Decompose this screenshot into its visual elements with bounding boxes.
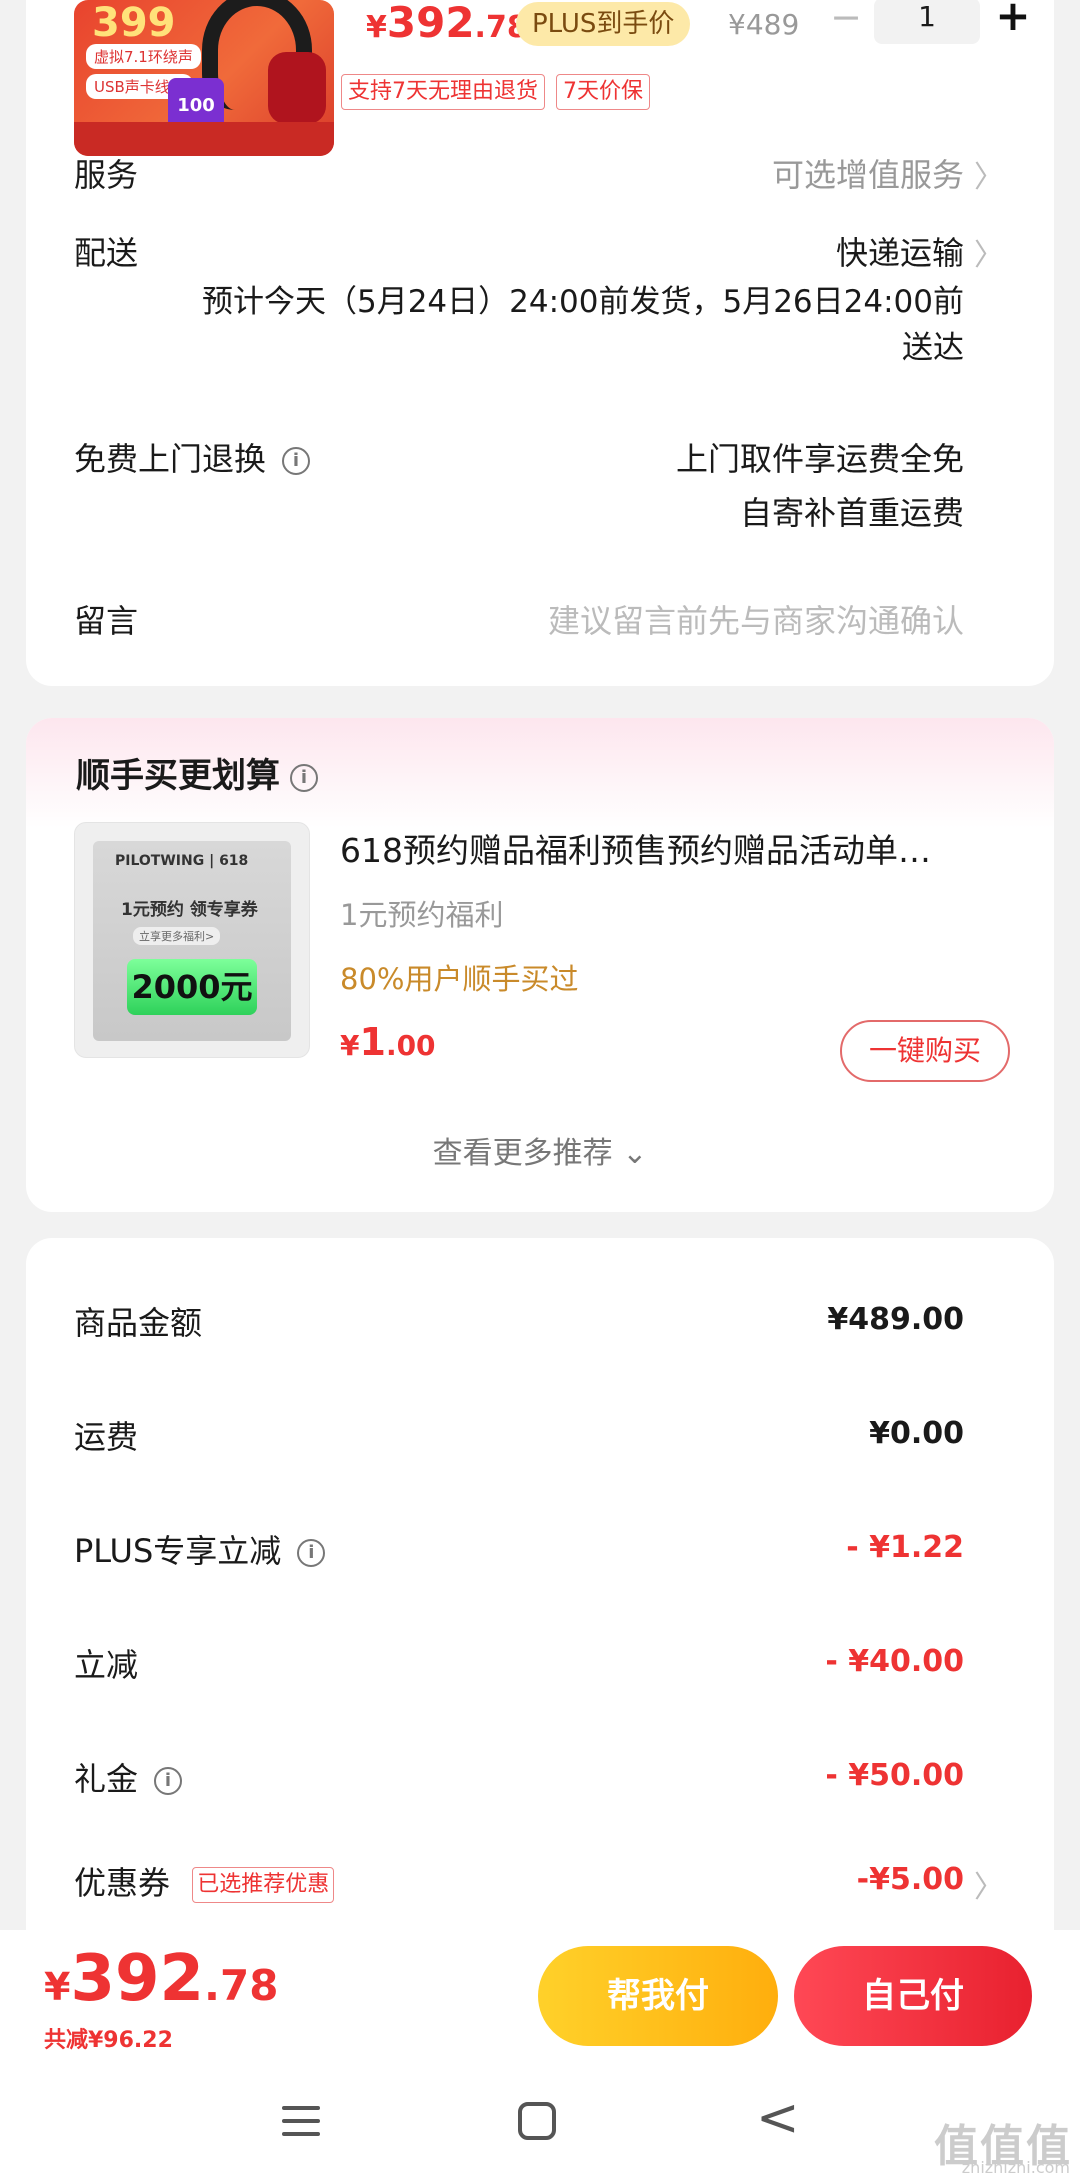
see-more-button[interactable]: 查看更多推荐 ⌄ bbox=[26, 1128, 1054, 1172]
coupon-label: 优惠券 已选推荐优惠 bbox=[74, 1858, 335, 1904]
info-icon[interactable]: i bbox=[290, 763, 318, 792]
home-icon[interactable] bbox=[518, 2102, 556, 2140]
instant-discount-value: - ¥40.00 bbox=[825, 1644, 964, 1679]
coupon-graphic: PILOTWING | 618 1元预约 领专享券 立享更多福利> 2000元 bbox=[93, 841, 291, 1041]
total-saved: 共减¥96.22 bbox=[44, 2028, 173, 2053]
chevron-right-icon[interactable]: 〉 bbox=[974, 1862, 1004, 1906]
plus-price-badge: PLUS到手价 bbox=[516, 2, 691, 46]
thumb-tag: 虚拟7.1环绕声 bbox=[86, 44, 201, 69]
shipping-value: ¥0.00 bbox=[869, 1416, 964, 1451]
info-icon[interactable]: i bbox=[297, 1539, 326, 1567]
free-return-label: 免费上门退换 i bbox=[74, 434, 311, 480]
return-policy-tag: 支持7天无理由退货 bbox=[341, 74, 545, 110]
chevron-right-icon[interactable]: 〉 bbox=[974, 152, 1004, 196]
coupon-selected-tag: 已选推荐优惠 bbox=[192, 1867, 335, 1903]
help-me-pay-button[interactable]: 帮我付 bbox=[538, 1946, 778, 2046]
goods-amount-value: ¥489.00 bbox=[827, 1302, 964, 1337]
price-summary-card: 商品金额 ¥489.00 运费 ¥0.00 PLUS专享立减 i - ¥1.22 … bbox=[26, 1238, 1054, 1958]
service-label: 服务 bbox=[74, 156, 139, 194]
coupon-text: 1元预约 领专享券 bbox=[121, 900, 258, 920]
info-icon[interactable]: i bbox=[154, 1767, 183, 1795]
message-input[interactable]: 建议留言前先与商家沟通确认 bbox=[548, 596, 964, 642]
recommend-item-image[interactable]: PILOTWING | 618 1元预约 领专享券 立享更多福利> 2000元 bbox=[74, 822, 310, 1058]
original-price: ¥489 bbox=[728, 8, 800, 41]
coupon-amount: 2000元 bbox=[127, 959, 257, 1015]
goods-amount-label: 商品金额 bbox=[74, 1304, 203, 1342]
back-icon[interactable]: < bbox=[756, 2088, 800, 2148]
order-info-card: 399 虚拟7.1环绕声 USB声卡线控 100 ¥392.78 PLUS到手价… bbox=[26, 0, 1054, 686]
product-thumbnail[interactable]: 399 虚拟7.1环绕声 USB声卡线控 100 bbox=[74, 0, 334, 156]
delivery-eta-cont: 送达 bbox=[902, 330, 964, 366]
checkout-bar: ¥392.78 共减¥96.22 帮我付 自己付 bbox=[0, 1930, 1080, 2058]
coupon-value[interactable]: -¥5.00 bbox=[857, 1862, 964, 1897]
gift-money-label: 礼金 i bbox=[74, 1754, 183, 1800]
decrease-button[interactable]: − bbox=[826, 0, 866, 44]
free-return-line1: 上门取件享运费全免 bbox=[675, 440, 964, 478]
total-price: ¥392.78 bbox=[44, 1942, 279, 2016]
recommend-title: 顺手买更划算 i bbox=[76, 748, 318, 797]
pay-self-button[interactable]: 自己付 bbox=[794, 1946, 1032, 2046]
headset-cup bbox=[268, 52, 326, 124]
product-price: ¥392.78 bbox=[366, 0, 528, 47]
system-nav-bar: < bbox=[0, 2058, 1080, 2184]
message-label: 留言 bbox=[74, 602, 139, 640]
coupon-text: 立享更多福利> bbox=[133, 927, 221, 945]
recommend-social-proof: 80%用户顺手买过 bbox=[340, 962, 579, 996]
info-icon[interactable]: i bbox=[282, 447, 311, 475]
increase-button[interactable]: + bbox=[988, 0, 1038, 42]
instant-discount-label: 立减 bbox=[74, 1646, 139, 1684]
plus-discount-label: PLUS专享立减 i bbox=[74, 1526, 326, 1572]
thumb-price-badge: 399 bbox=[92, 0, 176, 46]
delivery-label: 配送 bbox=[74, 234, 139, 272]
plus-discount-value: - ¥1.22 bbox=[846, 1530, 964, 1565]
recommend-card: 顺手买更划算 i PILOTWING | 618 1元预约 领专享券 立享更多福利… bbox=[26, 718, 1054, 1212]
service-value[interactable]: 可选增值服务 bbox=[772, 150, 964, 196]
recommend-item-subtitle: 1元预约福利 bbox=[340, 898, 504, 932]
delivery-eta: 预计今天（5月24日）24:00前发货，5月26日24:00前 bbox=[201, 284, 964, 320]
recommend-item-price: ¥1.00 bbox=[340, 1020, 436, 1064]
shipping-label: 运费 bbox=[74, 1418, 139, 1456]
coupon-brand: PILOTWING | 618 bbox=[115, 853, 249, 869]
menu-icon[interactable] bbox=[282, 2106, 320, 2136]
watermark-url: zhizhizhi.com bbox=[961, 2158, 1070, 2177]
chevron-right-icon[interactable]: 〉 bbox=[974, 230, 1004, 274]
quantity-input[interactable]: 1 bbox=[874, 0, 980, 44]
gift-money-value: - ¥50.00 bbox=[825, 1758, 964, 1793]
free-return-line2: 自寄补首重运费 bbox=[739, 494, 964, 532]
quantity-stepper: − 1 + bbox=[826, 0, 1056, 48]
recommend-item-title[interactable]: 618预约赠品福利预售预约赠品活动单… bbox=[340, 824, 1020, 872]
delivery-value[interactable]: 快递运输 bbox=[836, 228, 964, 274]
price-protect-tag: 7天价保 bbox=[556, 74, 650, 110]
quick-buy-button[interactable]: 一键购买 bbox=[840, 1020, 1010, 1082]
